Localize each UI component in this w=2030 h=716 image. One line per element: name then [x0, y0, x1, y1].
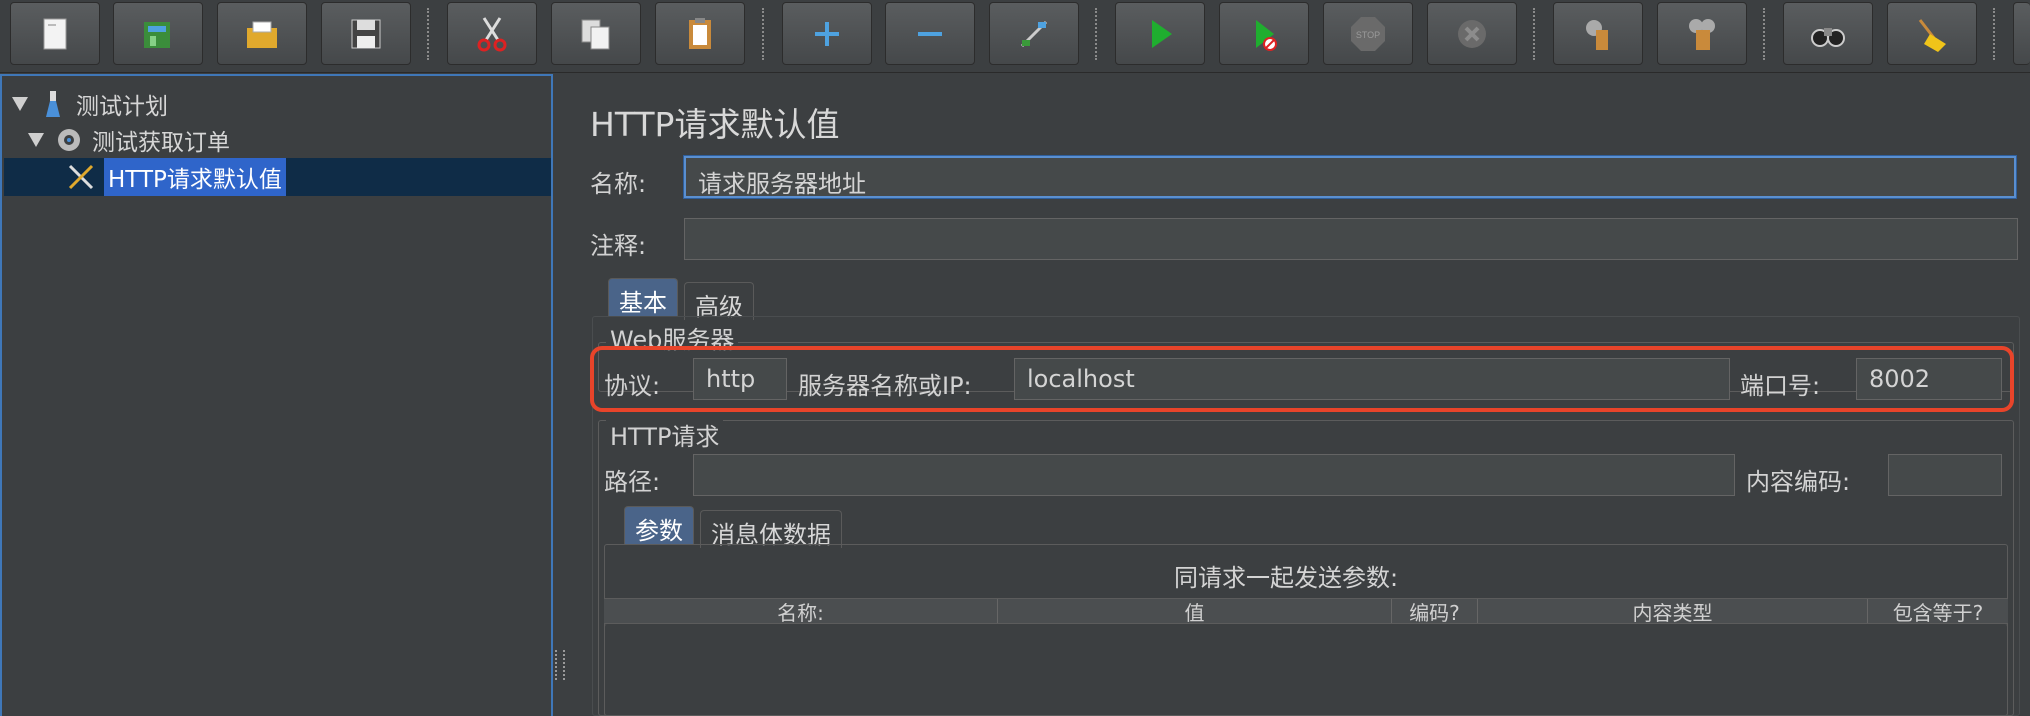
templates-icon: [144, 21, 170, 48]
clear-all-button[interactable]: [1657, 2, 1747, 65]
copy-icon: [581, 19, 610, 49]
comment-input[interactable]: [684, 218, 2018, 260]
copy-button[interactable]: [551, 2, 641, 65]
tree-item-test-plan[interactable]: 测试计划: [12, 86, 168, 122]
clear-all-icon: [1689, 18, 1715, 50]
reset-search-button[interactable]: [1887, 2, 1977, 65]
new-button[interactable]: [10, 2, 100, 65]
content-encoding-input[interactable]: [1888, 454, 2002, 496]
content-encoding-label: 内容编码:: [1746, 468, 1851, 496]
shutdown-button[interactable]: [1427, 2, 1517, 65]
start-button[interactable]: [1115, 2, 1205, 65]
annotation-highlight-box: [590, 346, 2014, 412]
collapse-button[interactable]: [885, 2, 975, 65]
cut-button[interactable]: [447, 2, 537, 65]
stop-icon: STOP: [1351, 16, 1385, 51]
tree-item-label: HTTP请求默认值: [104, 158, 286, 196]
toggle-icon: [1020, 20, 1048, 47]
collapse-icon: [918, 31, 942, 36]
parameters-table-title: 同请求一起发送参数:: [1174, 564, 1399, 592]
config-wrench-icon: [66, 162, 96, 192]
save-icon: [351, 19, 381, 48]
http-defaults-panel: HTTP请求默认值 名称: 请求服务器地址 注释: 基本 高级 Web服务器 协…: [568, 74, 2030, 716]
tree-item-label: 测试计划: [76, 94, 168, 120]
tab-basic[interactable]: 基本: [608, 278, 678, 317]
parameters-table-header: 名称: 值 编码? 内容类型 包含等于?: [604, 598, 2008, 625]
tree-item-label: 测试获取订单: [92, 130, 230, 156]
toolbar-separator: [1533, 8, 1535, 60]
column-content-type[interactable]: 内容类型: [1478, 599, 1868, 625]
column-name[interactable]: 名称:: [604, 599, 998, 625]
toolbar-separator: [1763, 8, 1765, 60]
expand-icon: [815, 21, 839, 46]
column-include-equals[interactable]: 包含等于?: [1868, 599, 2008, 625]
toolbar-separator: [762, 8, 764, 60]
stop-button[interactable]: STOP: [1323, 2, 1413, 65]
toggle-button[interactable]: [989, 2, 1079, 65]
expand-button[interactable]: [782, 2, 872, 65]
clear-icon: [1586, 19, 1608, 50]
new-icon: [43, 18, 67, 49]
stop-icon-text: STOP: [1356, 30, 1380, 40]
expand-triangle-icon[interactable]: [12, 97, 28, 111]
splitter-handle[interactable]: [555, 650, 565, 680]
comment-label: 注释:: [590, 232, 647, 260]
parameters-table-body[interactable]: [604, 624, 2008, 716]
start-icon: [1152, 19, 1172, 48]
column-encode[interactable]: 编码?: [1392, 599, 1478, 625]
test-plan-icon: [38, 89, 68, 119]
panel-title: HTTP请求默认值: [590, 105, 840, 144]
column-value[interactable]: 值: [998, 599, 1392, 625]
shutdown-icon: [1458, 19, 1486, 48]
templates-button[interactable]: [113, 2, 203, 65]
path-input[interactable]: [693, 454, 1735, 496]
tree-item-thread-group[interactable]: 测试获取订单: [28, 122, 230, 158]
toolbar-overflow-button[interactable]: [2013, 2, 2030, 65]
toolbar-separator: [427, 8, 429, 60]
expand-triangle-icon[interactable]: [28, 133, 44, 147]
paste-icon: [689, 17, 711, 49]
open-button[interactable]: [217, 2, 307, 65]
toolbar: STOP: [0, 0, 2030, 73]
tab-advanced[interactable]: 高级: [684, 282, 754, 321]
start-no-pauses-button[interactable]: [1219, 2, 1309, 65]
reset-search-icon: [1918, 18, 1946, 52]
start-no-pauses-icon: [1256, 19, 1277, 51]
paste-button[interactable]: [655, 2, 745, 65]
toolbar-separator: [1095, 8, 1097, 60]
toolbar-separator: [1993, 8, 1995, 60]
open-icon: [247, 21, 277, 48]
tab-body-data[interactable]: 消息体数据: [700, 510, 842, 549]
test-plan-tree: 测试计划 测试获取订单 HTTP请求默认值: [0, 74, 553, 716]
cut-icon: [477, 16, 507, 51]
thread-group-gear-icon: [54, 125, 84, 155]
tab-parameters[interactable]: 参数: [624, 506, 694, 545]
http-request-group-title: HTTP请求: [606, 417, 724, 452]
search-button[interactable]: [1783, 2, 1873, 65]
name-label: 名称:: [590, 170, 647, 198]
clear-button[interactable]: [1553, 2, 1643, 65]
path-label: 路径:: [604, 468, 661, 496]
tree-item-http-defaults[interactable]: HTTP请求默认值: [66, 158, 286, 196]
save-button[interactable]: [321, 2, 411, 65]
name-input[interactable]: 请求服务器地址: [684, 156, 2016, 198]
search-icon: [1811, 27, 1845, 47]
